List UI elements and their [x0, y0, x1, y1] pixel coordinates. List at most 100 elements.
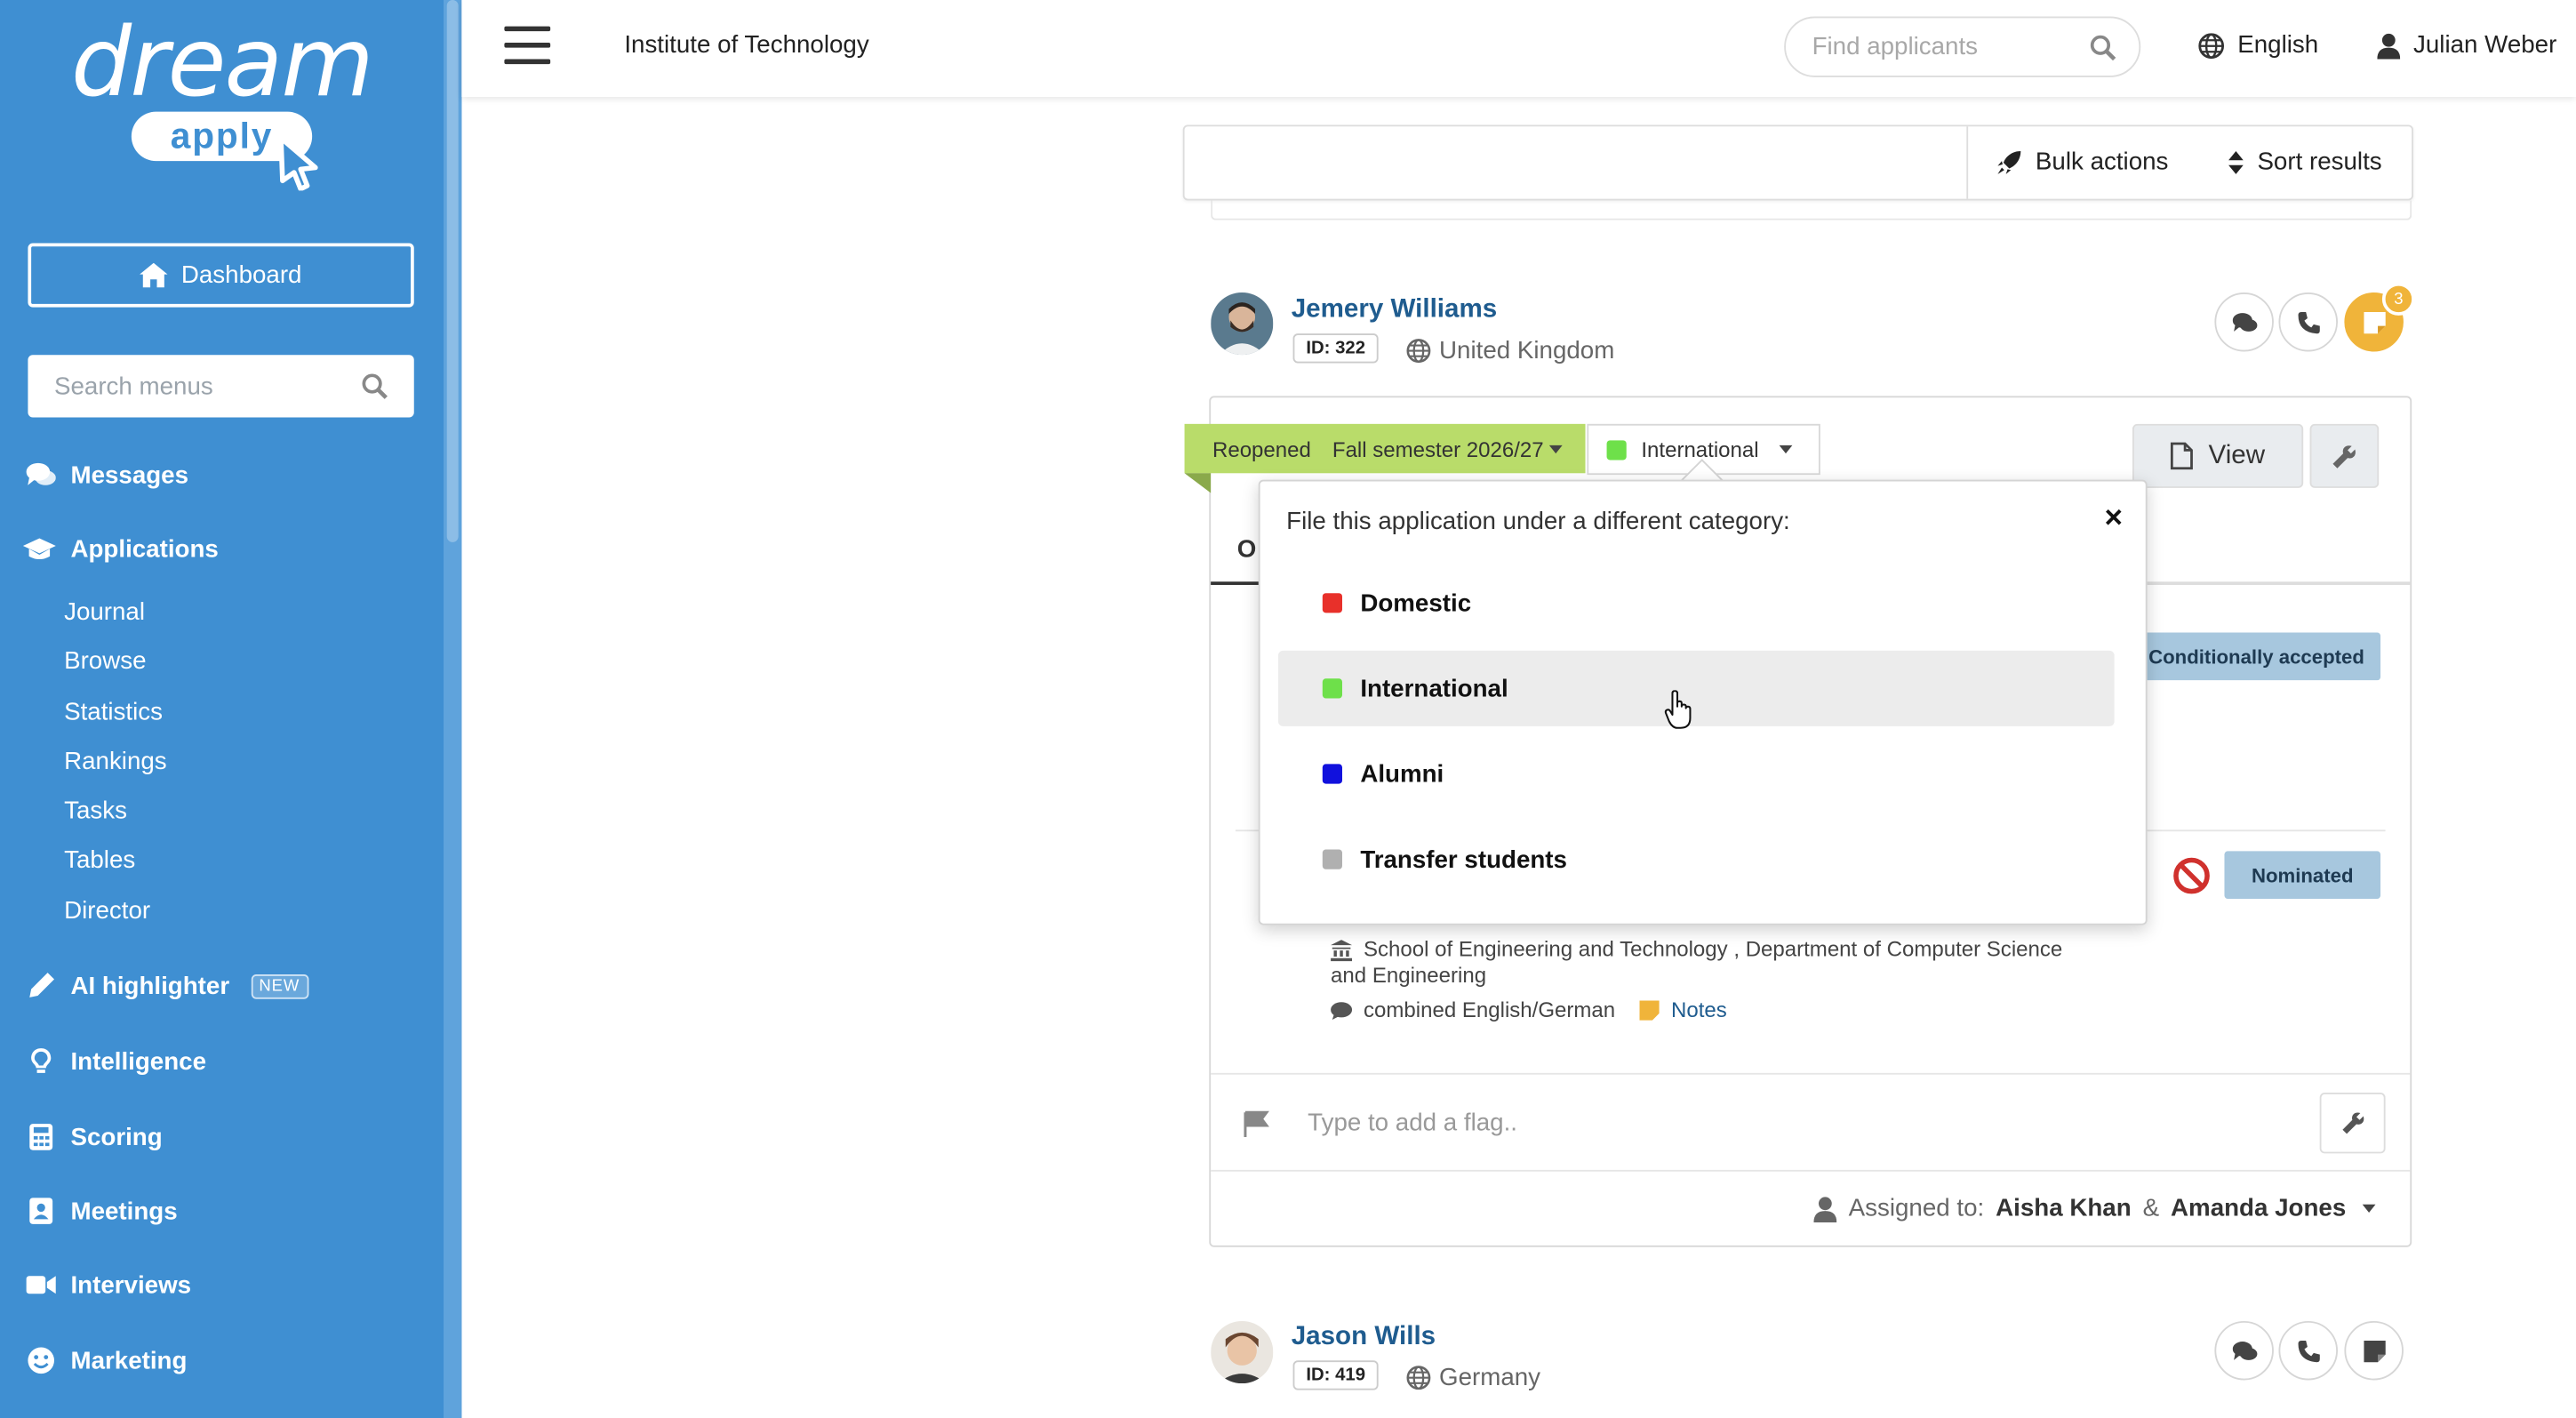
category-option-alumni[interactable]: Alumni [1278, 736, 2115, 812]
logo-wordmark: dream [71, 6, 374, 119]
applicant-country-label: United Kingdom [1439, 336, 1615, 365]
bulk-actions-button[interactable]: Bulk actions [1996, 148, 2168, 176]
intake-label: Fall semester 2026/27 [1332, 436, 1544, 461]
dashboard-label: Dashboard [180, 260, 302, 290]
applicant-country: United Kingdom [1406, 337, 1614, 365]
nav-marketing[interactable]: Marketing [27, 1346, 187, 1375]
flag-icon [1244, 1110, 1269, 1137]
lightbulb-icon [31, 1048, 52, 1073]
graduation-cap-icon [22, 538, 56, 560]
ban-icon[interactable] [2172, 856, 2211, 895]
sidebar-scrollbar-thumb[interactable] [446, 0, 459, 542]
institution-name: Institute of Technology [624, 31, 869, 60]
category-option-international[interactable]: International [1277, 650, 2115, 726]
applicant-id: ID: 322 [1292, 333, 1379, 364]
menu-search-input[interactable]: Search menus [28, 355, 414, 418]
category-color-dot [1322, 764, 1342, 784]
logo[interactable]: dream apply [0, 6, 444, 162]
nav-rankings[interactable]: Rankings [64, 748, 167, 775]
sort-results-label: Sort results [2257, 148, 2382, 176]
category-option-transfer-students[interactable]: Transfer students [1278, 821, 2115, 897]
wrench-icon [2341, 1112, 2364, 1134]
application-state-tag[interactable]: Reopened Fall semester 2026/27 [1184, 423, 1585, 474]
comments-icon [2231, 312, 2257, 331]
chevron-down-icon [2362, 1204, 2376, 1213]
message-button[interactable] [2214, 292, 2274, 352]
sidebar: dream apply Dashboard Search menus Messa… [0, 0, 462, 1418]
results-toolbar: Bulk actions Sort results [1182, 124, 2414, 201]
nav-intelligence[interactable]: Intelligence [27, 1046, 206, 1076]
flag-input-row: Type to add a flag.. [1211, 1072, 2411, 1172]
nav-journal[interactable]: Journal [64, 598, 145, 626]
program-school: School of Engineering and Technology , D… [1331, 936, 2070, 989]
application-state: Reopened [1212, 436, 1311, 461]
message-button[interactable] [2214, 1320, 2274, 1381]
assignee-2: Amanda Jones [2171, 1194, 2347, 1223]
nav-scoring[interactable]: Scoring [27, 1122, 163, 1151]
category-option-label: International [1360, 674, 1508, 703]
nav-tables[interactable]: Tables [64, 846, 135, 874]
category-option-domestic[interactable]: Domestic [1278, 565, 2115, 641]
nav-ai-highlighter-label: AI highlighter [70, 972, 230, 1000]
category-option-label: Alumni [1360, 759, 1444, 789]
avatar[interactable] [1211, 292, 1274, 356]
language-label: English [2237, 31, 2319, 60]
sort-results-button[interactable]: Sort results [2228, 148, 2382, 176]
category-option-label: Transfer students [1360, 845, 1567, 874]
intake-selector[interactable]: Fall semester 2026/27 [1332, 437, 1562, 461]
notes-link[interactable]: Notes [1671, 997, 1727, 1022]
assignee-ampersand: & [2142, 1194, 2160, 1223]
nav-messages[interactable]: Messages [26, 460, 188, 489]
flag-input[interactable]: Type to add a flag.. [1308, 1110, 1517, 1137]
search-icon [362, 373, 388, 399]
category-label: International [1641, 437, 1759, 462]
sticky-note-icon [1639, 999, 1660, 1020]
menu-search-placeholder: Search menus [53, 372, 213, 401]
assignee-1: Aisha Khan [1996, 1194, 2132, 1223]
globe-icon [1406, 339, 1431, 364]
hamburger-menu-icon[interactable] [504, 26, 551, 66]
notes-button[interactable]: 3 [2344, 282, 2415, 352]
category-popover: File this application under a different … [1258, 479, 2148, 925]
tab-overview[interactable]: O [1211, 521, 1260, 585]
user-menu[interactable]: Julian Weber [2377, 31, 2556, 60]
nav-applications[interactable]: Applications [22, 534, 219, 564]
category-color-dot [1322, 678, 1342, 699]
flag-settings-button[interactable] [2319, 1093, 2386, 1154]
language-selector[interactable]: English [2198, 31, 2319, 60]
applicant-name[interactable]: Jemery Williams [1292, 296, 1498, 325]
sort-icon [2228, 150, 2244, 173]
smile-icon [28, 1347, 54, 1374]
applicant-name[interactable]: Jason Wills [1292, 1323, 1436, 1352]
applicant-country-label: Germany [1439, 1364, 1541, 1392]
user-icon [2377, 32, 2401, 59]
nav-interviews[interactable]: Interviews [26, 1270, 192, 1300]
hand-cursor-icon [1664, 690, 1692, 729]
assigned-label: Assigned to: [1848, 1194, 1985, 1223]
calendar-icon [29, 1198, 53, 1224]
search-icon[interactable] [2090, 34, 2116, 60]
notes-count-badge: 3 [2381, 282, 2415, 316]
find-applicants-input[interactable]: Find applicants [1784, 16, 2141, 77]
home-icon [140, 262, 169, 288]
notes-button[interactable] [2344, 1320, 2404, 1381]
nav-statistics[interactable]: Statistics [64, 698, 163, 725]
nav-meetings[interactable]: Meetings [27, 1196, 178, 1225]
chevron-down-icon [1548, 444, 1562, 453]
call-button[interactable] [2278, 1320, 2339, 1381]
nav-ai-highlighter[interactable]: AI highlighter NEW [27, 971, 308, 1000]
ribbon-fold [1184, 473, 1212, 493]
nav-director[interactable]: Director [64, 897, 150, 925]
avatar[interactable] [1211, 1320, 1274, 1384]
close-icon[interactable]: × [2105, 501, 2124, 538]
assigned-to[interactable]: Assigned to: Aisha Khan & Amanda Jones [1813, 1194, 2376, 1223]
call-button[interactable] [2278, 292, 2339, 352]
nav-applications-label: Applications [70, 534, 219, 564]
dashboard-button[interactable]: Dashboard [28, 243, 414, 308]
nav-tasks[interactable]: Tasks [64, 797, 127, 824]
rocket-icon [1997, 150, 2021, 173]
program-language: combined English/German Notes [1331, 997, 1727, 1022]
application-settings-button[interactable] [2309, 423, 2380, 488]
view-button[interactable]: View [2132, 423, 2304, 488]
nav-browse[interactable]: Browse [64, 647, 146, 675]
